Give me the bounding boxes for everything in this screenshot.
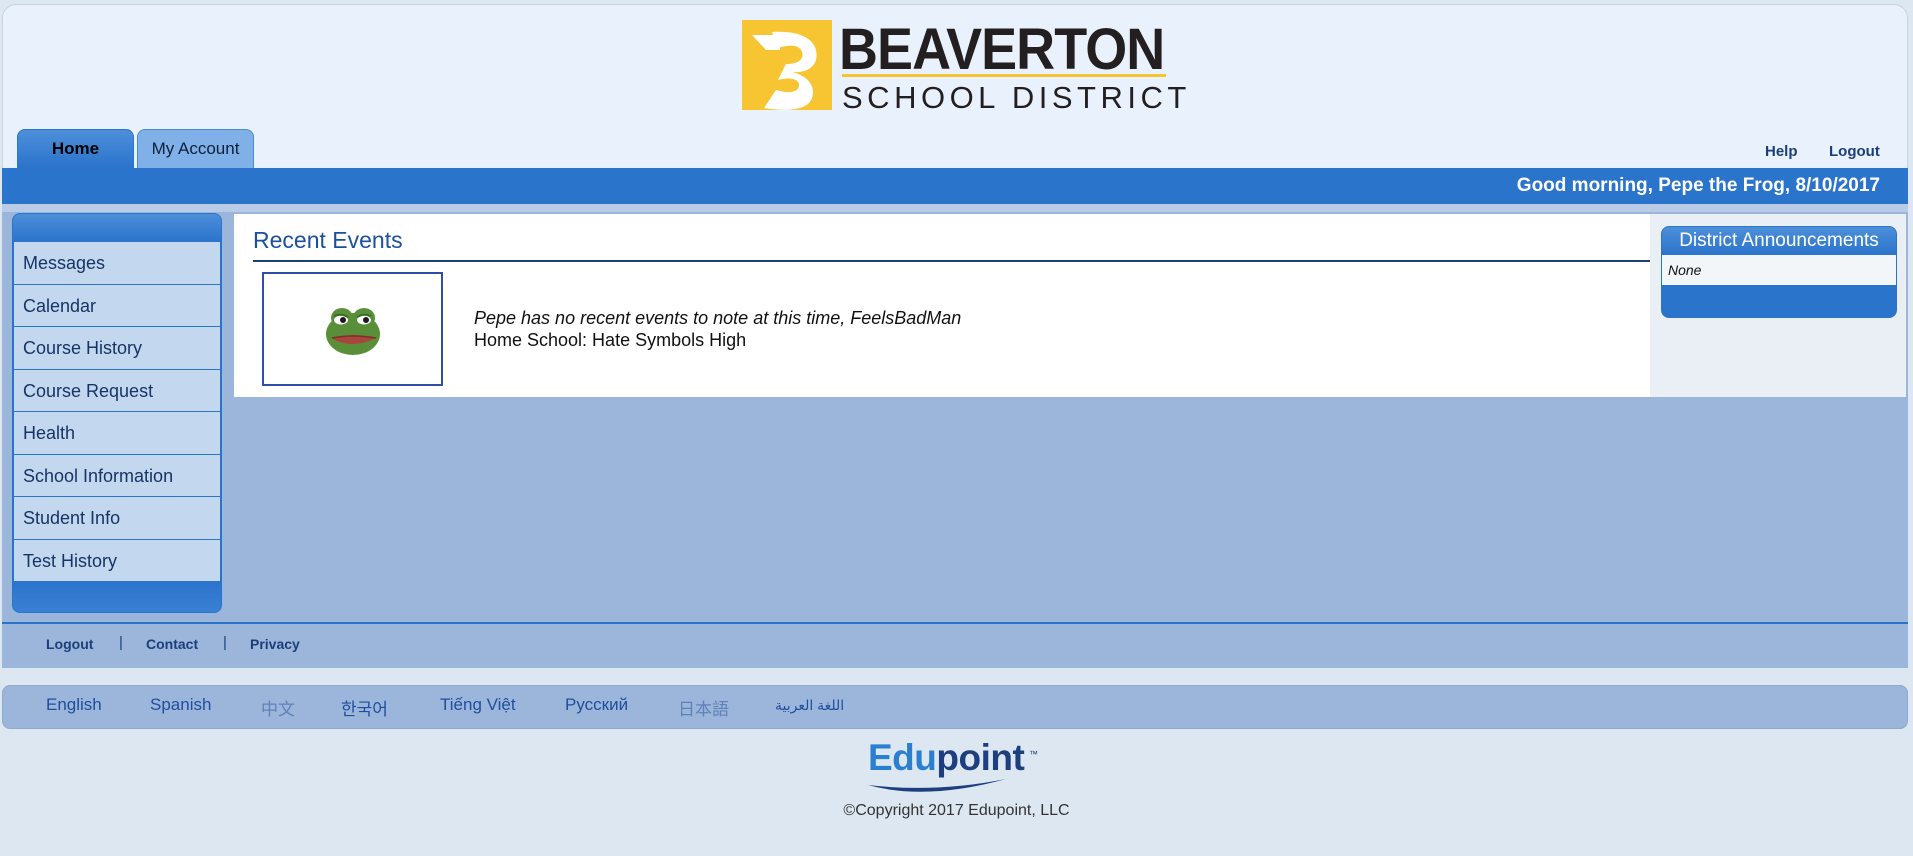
footer-privacy-link[interactable]: Privacy [250,636,300,652]
language-vietnamese[interactable]: Tiếng Việt [440,695,516,715]
recent-events-title: Recent Events [253,227,403,253]
edupoint-wordmark: Edupoint [868,737,1025,779]
greeting-bar: Good morning, Pepe the Frog, 8/10/2017 [2,168,1908,204]
right-column: District Announcements None [1650,214,1906,397]
footer-separator: | [119,634,123,651]
district-announcements-title: District Announcements [1662,227,1896,255]
tab-my-account-label: My Account [151,139,240,158]
sidebar-item-health[interactable]: Health [14,412,220,454]
district-logo-subtitle: SCHOOL DISTRICT [842,80,1191,115]
district-announcements-box: District Announcements None [1661,226,1897,318]
edupoint-logo: Edupoint ™ [866,737,1046,803]
sidebar-item-calendar[interactable]: Calendar [14,284,220,326]
language-spanish[interactable]: Spanish [150,695,211,715]
recent-events-panel: Recent Events Pepe has no recent events … [234,214,1650,397]
help-link[interactable]: Help [1765,143,1798,160]
sidebar-item-school-information[interactable]: School Information [14,454,220,496]
sidebar-footer [13,582,221,612]
sidebar-item-course-request[interactable]: Course Request [14,369,220,411]
tab-home[interactable]: Home [17,129,134,169]
greeting-text: Good morning, Pepe the Frog, 8/10/2017 [1516,175,1880,196]
edupoint-trademark: ™ [1029,749,1038,759]
district-logo-mark [742,20,832,110]
sidebar-item-student-info[interactable]: Student Info [14,497,220,539]
recent-events-message: Pepe has no recent events to note at thi… [474,308,961,351]
sidebar-nav: Messages Calendar Course History Course … [12,213,222,613]
home-school-text: Home School: Hate Symbols High [474,330,747,350]
language-english[interactable]: English [46,695,102,715]
student-photo [262,272,443,386]
logout-link[interactable]: Logout [1829,143,1880,160]
edupoint-swoosh-icon [868,779,1006,792]
language-russian[interactable]: Русский [565,695,628,715]
footer-logout-link[interactable]: Logout [46,636,93,652]
copyright-text: ©Copyright 2017 Edupoint, LLC [843,802,1070,819]
sidebar-item-messages[interactable]: Messages [14,242,220,284]
language-chinese[interactable]: 中文 [261,695,295,720]
district-logo: BEAVERTON SCHOOL DISTRICT [742,17,1186,115]
no-events-message: Pepe has no recent events to note at thi… [474,308,962,328]
district-logo-title: BEAVERTON [839,17,1165,82]
sidebar-item-test-history[interactable]: Test History [14,539,220,581]
sidebar-header [13,214,221,242]
district-logo-rule [842,74,1166,77]
tab-my-account[interactable]: My Account [137,129,254,169]
language-japanese[interactable]: 日本語 [678,695,729,720]
footer-contact-link[interactable]: Contact [146,636,198,652]
recent-events-divider [253,260,1650,262]
footer-separator: | [223,634,227,651]
content-top-strip [2,204,1908,212]
language-arabic[interactable]: اللغة العربية [775,697,844,714]
student-avatar-icon [326,308,380,355]
district-announcements-body: None [1662,255,1896,285]
language-korean[interactable]: 한국어 [341,695,388,720]
edupoint-point: point [936,737,1025,778]
sidebar-item-course-history[interactable]: Course History [14,327,220,369]
tab-home-label: Home [18,130,133,168]
edupoint-edu: Edu [868,737,937,778]
